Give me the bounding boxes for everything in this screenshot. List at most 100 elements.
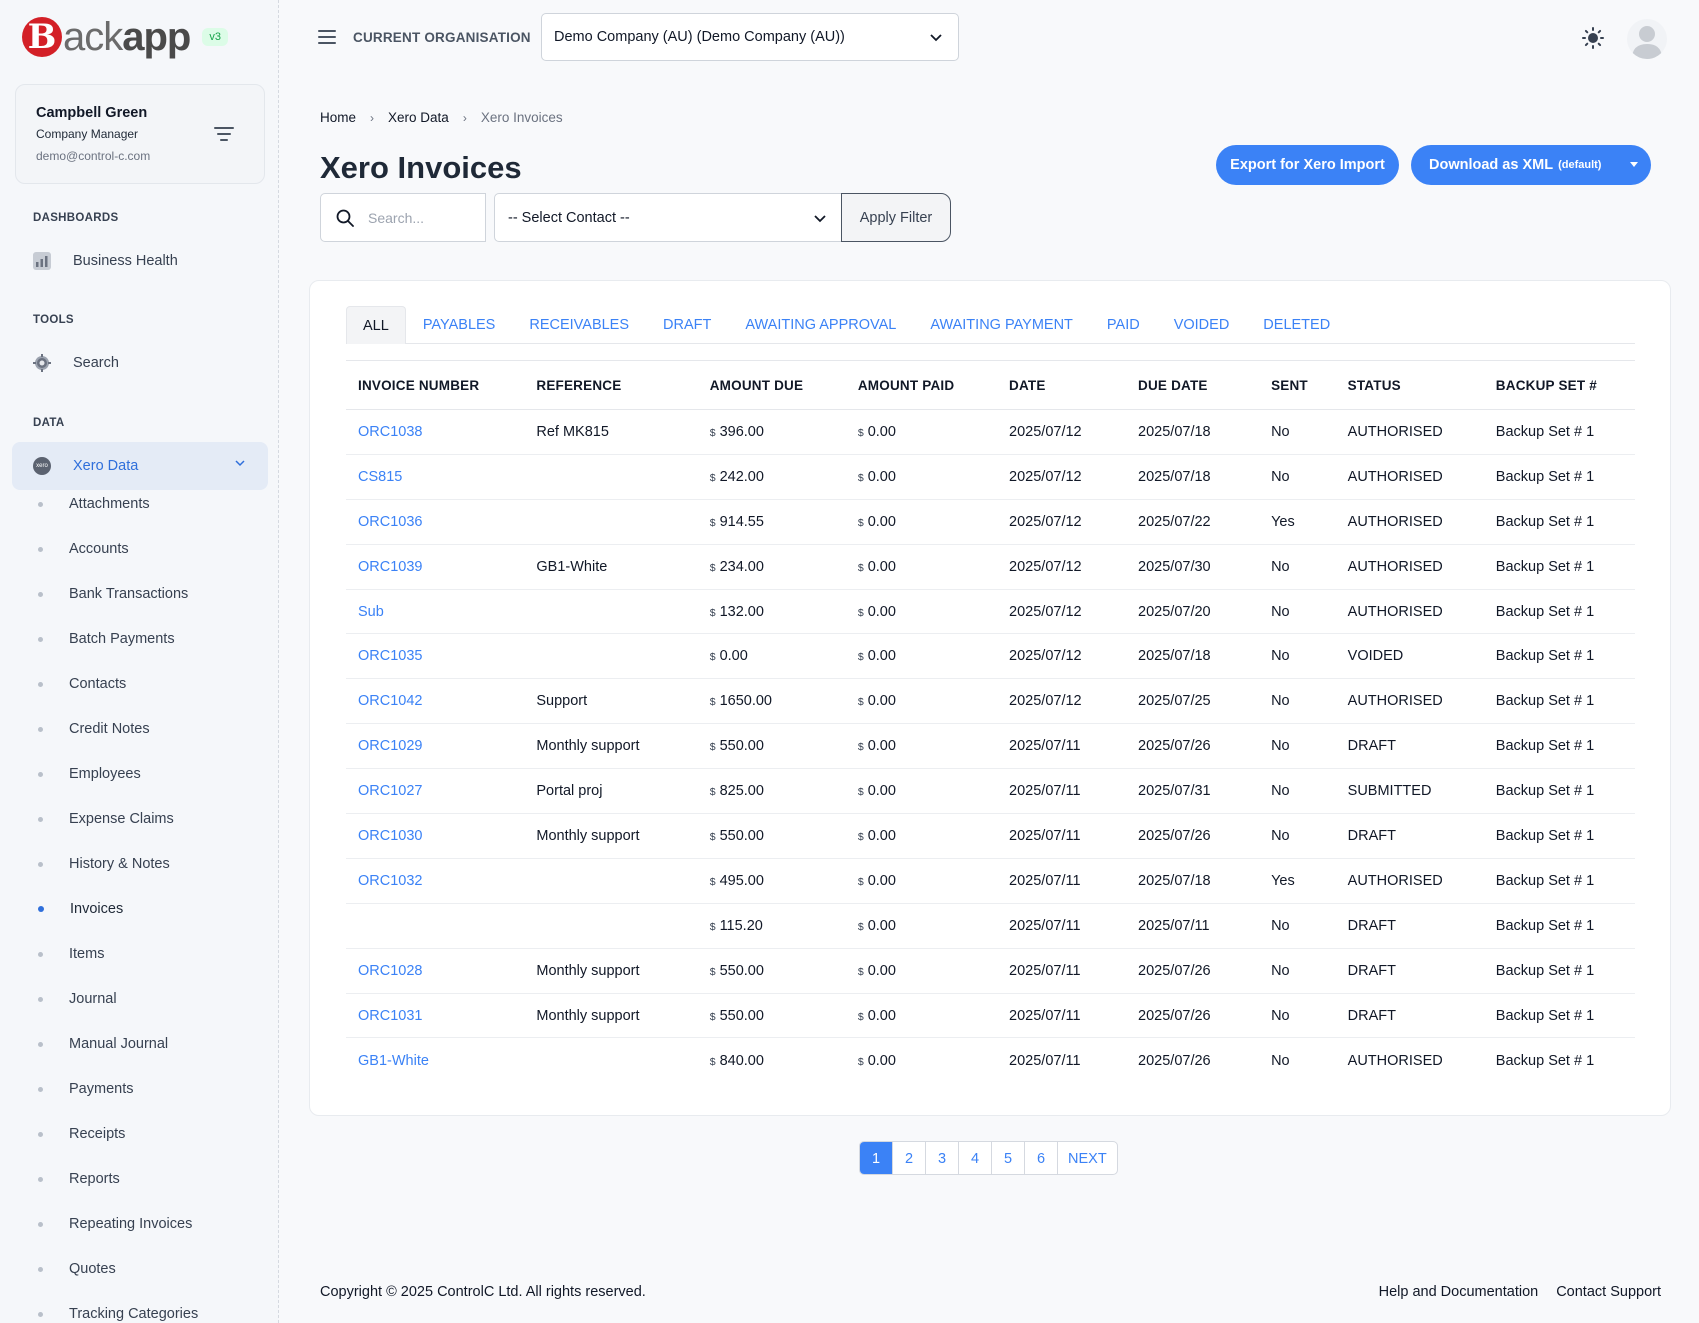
table-row[interactable]: ORC1038 Ref MK815 $396.00 $0.00 2025/07/12 20… <box>346 409 1635 455</box>
breadcrumb-xero-data[interactable]: Xero Data <box>388 110 449 125</box>
tab-deleted[interactable]: DELETED <box>1246 306 1347 344</box>
sidebar-item-repeating-invoices[interactable]: Repeating Invoices <box>38 1216 192 1232</box>
page-button-1[interactable]: 1 <box>860 1142 893 1174</box>
table-row[interactable]: ORC1029 Monthly support $550.00 $0.00 2025/0… <box>346 723 1635 770</box>
sidebar-item-expense-claims[interactable]: Expense Claims <box>38 811 174 827</box>
column-header-reference[interactable]: REFERENCE <box>524 360 698 410</box>
page-button-2[interactable]: 2 <box>893 1142 926 1174</box>
sidebar-item-receipts[interactable]: Receipts <box>38 1126 125 1142</box>
table-row[interactable]: ORC1032 $495.00 $0.00 2025/07/11 2025/07/18 Y… <box>346 858 1635 904</box>
contact-support-link[interactable]: Contact Support <box>1556 1284 1661 1300</box>
table-row[interactable]: ORC1035 $0.00 $0.00 2025/07/12 2025/07/18 No V… <box>346 633 1635 680</box>
tab-receivables[interactable]: RECEIVABLES <box>512 306 646 344</box>
hamburger-icon[interactable] <box>318 30 336 46</box>
sidebar-item-reports[interactable]: Reports <box>38 1171 120 1187</box>
breadcrumb-home[interactable]: Home <box>320 110 356 125</box>
sidebar-item-employees[interactable]: Employees <box>38 766 141 782</box>
sidebar-item-journal[interactable]: Journal <box>38 991 117 1007</box>
sidebar-item-attachments[interactable]: Attachments <box>38 496 150 512</box>
sidebar-item-bank-transactions[interactable]: Bank Transactions <box>38 586 188 602</box>
table-row[interactable]: ORC1031 Monthly support $550.00 $0.00 2025/0… <box>346 993 1635 1039</box>
app-logo[interactable]: B ackapp v3 <box>22 14 228 60</box>
column-header-sent[interactable]: SENT <box>1259 360 1336 410</box>
column-header-due-date[interactable]: DUE DATE <box>1126 360 1260 410</box>
tab-voided[interactable]: VOIDED <box>1157 306 1247 344</box>
table-row[interactable]: $115.20 $0.00 2025/07/11 2025/07/11 No DRAFT B… <box>346 903 1635 949</box>
avatar[interactable] <box>1627 19 1667 59</box>
sidebar-item-contacts[interactable]: Contacts <box>38 676 126 692</box>
sidebar-item-payments[interactable]: Payments <box>38 1081 133 1097</box>
sidebar-item-search[interactable]: Search <box>33 354 119 372</box>
sidebar-item-label: Search <box>73 355 119 371</box>
section-label-tools: TOOLS <box>33 314 74 326</box>
sidebar-item-business-health[interactable]: Business Health <box>33 252 178 270</box>
cell-invoice[interactable]: Sub <box>346 589 525 635</box>
column-header-date[interactable]: DATE <box>997 360 1127 410</box>
sidebar-item-accounts[interactable]: Accounts <box>38 541 129 557</box>
page-button-3[interactable]: 3 <box>926 1142 959 1174</box>
table-row[interactable]: CS815 $242.00 $0.00 2025/07/12 2025/07/18 No A… <box>346 454 1635 500</box>
column-header-amount-paid[interactable]: AMOUNT PAID <box>845 360 998 410</box>
chevron-right-icon: › <box>370 110 375 125</box>
table-row[interactable]: ORC1042 Support $1650.00 $0.00 2025/07/12 202… <box>346 678 1635 725</box>
tab-awaiting-payment[interactable]: AWAITING PAYMENT <box>913 306 1090 344</box>
cell-invoice[interactable]: ORC1028 <box>346 948 525 994</box>
cell-invoice[interactable]: ORC1029 <box>346 723 525 770</box>
sidebar-item-quotes[interactable]: Quotes <box>38 1261 116 1277</box>
page-button-4[interactable]: 4 <box>959 1142 992 1174</box>
contact-select[interactable]: -- Select Contact -- <box>494 193 842 242</box>
page-button-6[interactable]: 6 <box>1025 1142 1058 1174</box>
filter-icon[interactable] <box>214 127 234 143</box>
cell-invoice[interactable]: ORC1032 <box>346 858 525 904</box>
sidebar-item-items[interactable]: Items <box>38 946 104 962</box>
cell-invoice[interactable]: ORC1030 <box>346 813 525 859</box>
next-page-button[interactable]: NEXT <box>1058 1142 1117 1174</box>
help-link[interactable]: Help and Documentation <box>1379 1284 1539 1300</box>
table-row[interactable]: Sub $132.00 $0.00 2025/07/12 2025/07/20 No AUT… <box>346 589 1635 635</box>
table-row[interactable]: ORC1036 $914.55 $0.00 2025/07/12 2025/07/22 Y… <box>346 499 1635 545</box>
sidebar-item-manual-journal[interactable]: Manual Journal <box>38 1036 168 1052</box>
tab-payables[interactable]: PAYABLES <box>406 306 513 344</box>
column-header-amount-due[interactable]: AMOUNT DUE <box>697 360 846 410</box>
column-header-invoice-number[interactable]: INVOICE NUMBER <box>346 360 525 410</box>
table-row[interactable]: ORC1028 Monthly support $550.00 $0.00 2025/0… <box>346 948 1635 994</box>
sidebar-item-credit-notes[interactable]: Credit Notes <box>38 721 150 737</box>
cell-invoice[interactable]: ORC1035 <box>346 633 525 680</box>
table-row[interactable]: ORC1027 Portal proj $825.00 $0.00 2025/07/11… <box>346 768 1635 815</box>
tab-paid[interactable]: PAID <box>1090 306 1157 344</box>
caret-down-icon[interactable] <box>1630 162 1638 167</box>
cell-invoice[interactable]: ORC1038 <box>346 409 525 455</box>
apply-filter-button[interactable]: Apply Filter <box>841 193 951 242</box>
table-row[interactable]: ORC1030 Monthly support $550.00 $0.00 2025/0… <box>346 813 1635 859</box>
table-row[interactable]: GB1-White $840.00 $0.00 2025/07/11 2025/07/2… <box>346 1038 1635 1083</box>
tab-all[interactable]: ALL <box>346 306 406 344</box>
cell-sent: No <box>1259 993 1336 1039</box>
cell-invoice[interactable]: CS815 <box>346 454 525 500</box>
org-select[interactable]: Demo Company (AU) (Demo Company (AU)) <box>541 13 959 61</box>
sidebar-item-batch-payments[interactable]: Batch Payments <box>38 631 175 647</box>
table-row[interactable]: ORC1039 GB1-White $234.00 $0.00 2025/07/12 20… <box>346 544 1635 590</box>
export-button[interactable]: Export for Xero Import <box>1216 145 1399 185</box>
search-input[interactable] <box>368 209 468 226</box>
sun-icon[interactable] <box>1582 27 1604 49</box>
bullet-dot <box>38 1086 43 1092</box>
column-header-status[interactable]: STATUS <box>1335 360 1484 410</box>
page-button-5[interactable]: 5 <box>992 1142 1025 1174</box>
tab-draft[interactable]: DRAFT <box>646 306 728 344</box>
user-email: demo@control-c.com <box>36 149 151 163</box>
sidebar-item-history-and-notes[interactable]: History & Notes <box>38 856 170 872</box>
column-header-backup-set[interactable]: BACKUP SET # <box>1483 360 1635 410</box>
sidebar-item-invoices[interactable]: Invoices <box>38 901 123 917</box>
download-xml-button[interactable]: Download as XML (default) <box>1411 145 1651 185</box>
cell-invoice[interactable]: ORC1039 <box>346 544 525 590</box>
cell-invoice[interactable]: ORC1042 <box>346 678 525 725</box>
currency-symbol: $ <box>857 786 864 799</box>
sidebar-item-xero-data[interactable]: xero Xero Data <box>12 442 268 490</box>
cell-invoice[interactable]: ORC1036 <box>346 499 525 545</box>
sidebar-item-tracking-categories[interactable]: Tracking Categories <box>38 1306 198 1322</box>
search-field[interactable] <box>320 193 486 242</box>
cell-invoice[interactable]: ORC1031 <box>346 993 525 1039</box>
cell-invoice[interactable]: GB1-White <box>346 1038 524 1083</box>
cell-invoice[interactable]: ORC1027 <box>346 768 525 815</box>
tab-awaiting-approval[interactable]: AWAITING APPROVAL <box>728 306 913 344</box>
